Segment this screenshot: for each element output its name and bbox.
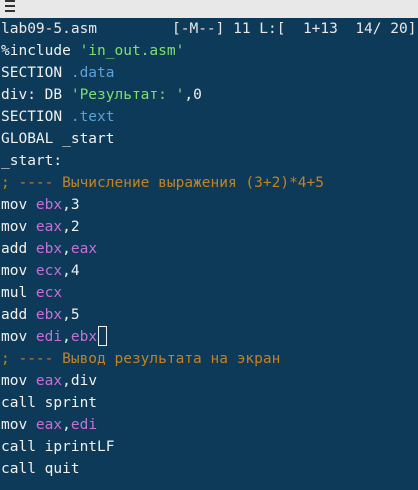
instruction-text: mul: [1, 285, 36, 301]
code-line[interactable]: add ebx,eax: [1, 238, 97, 260]
register-text: edi: [35, 329, 63, 345]
register-text: ecx: [35, 263, 63, 279]
code-line[interactable]: SECTION .data: [1, 62, 115, 84]
register-text: ebx: [35, 241, 63, 257]
code-line[interactable]: _start:: [1, 150, 62, 172]
code-line[interactable]: ; ---- Вывод результата на экран: [1, 348, 280, 370]
code-text: ,0: [184, 87, 202, 103]
instruction-text: call quit: [1, 461, 80, 477]
window-top-strip: [0, 0, 418, 18]
instruction-text: call sprint: [1, 395, 98, 411]
editor-status-bar: lab09-5.asm [-M--] 11 L:[ 1+13 14/ 20]: [0, 18, 418, 40]
instruction-text: add: [1, 307, 36, 323]
comment-text: ; ---- Вывод результата на экран: [1, 351, 281, 367]
instruction-text: mov: [1, 197, 36, 213]
string-literal: 'Результат: ': [70, 87, 185, 103]
directive-text: %include: [1, 43, 80, 59]
operand-text: ,5: [62, 307, 80, 323]
register-text: eax: [35, 219, 63, 235]
status-mode-position: [-M--] 11 L:[ 1+13 14/ 20]: [172, 21, 417, 37]
operand-text: ,4: [62, 263, 80, 279]
text-cursor: [98, 326, 108, 346]
code-line-current[interactable]: mov edi,ebx: [1, 326, 108, 348]
register-text: eax: [35, 373, 63, 389]
code-line[interactable]: call quit: [1, 458, 80, 480]
code-line[interactable]: mul ecx: [1, 282, 62, 304]
operand-text: ,: [62, 241, 71, 257]
status-filename: lab09-5.asm: [1, 21, 98, 37]
instruction-text: mov: [1, 219, 36, 235]
instruction-text: mov: [1, 373, 36, 389]
label-text: _start:: [1, 153, 63, 169]
operand-text: ,3: [62, 197, 80, 213]
code-line[interactable]: mov eax,div: [1, 370, 97, 392]
hamburger-menu-icon: [5, 0, 15, 12]
section-name: .text: [70, 109, 115, 125]
register-text: ebx: [35, 307, 63, 323]
keyword-text: SECTION: [1, 65, 71, 81]
keyword-text: SECTION: [1, 109, 71, 125]
register-text: eax: [70, 241, 98, 257]
register-text: ebx: [35, 197, 63, 213]
code-line[interactable]: SECTION .text: [1, 106, 115, 128]
code-line[interactable]: call sprint: [1, 392, 97, 414]
menu-button[interactable]: [0, 0, 24, 12]
code-text: GLOBAL _start: [1, 131, 115, 147]
code-line[interactable]: %include 'in_out.asm': [1, 40, 184, 62]
code-line[interactable]: mov eax,edi: [1, 414, 97, 436]
instruction-text: call iprintLF: [1, 439, 115, 455]
operand-text: ,: [62, 417, 71, 433]
operand-text: ,: [62, 329, 71, 345]
instruction-text: add: [1, 241, 36, 257]
section-name: .data: [70, 65, 115, 81]
register-text: eax: [35, 417, 63, 433]
comment-text: ; ---- Вычисление выражения (3+2)*4+5: [1, 175, 325, 191]
code-line[interactable]: mov ecx,4: [1, 260, 80, 282]
register-text: edi: [70, 417, 98, 433]
instruction-text: mov: [1, 329, 36, 345]
instruction-text: mov: [1, 417, 36, 433]
instruction-text: mov: [1, 263, 36, 279]
code-editor[interactable]: %include 'in_out.asm' SECTION .data div:…: [0, 40, 418, 490]
terminal-window: lab09-5.asm [-M--] 11 L:[ 1+13 14/ 20] %…: [0, 0, 418, 490]
code-line[interactable]: mov eax,2: [1, 216, 80, 238]
operand-text: ,div: [62, 373, 98, 389]
operand-text: ,2: [62, 219, 80, 235]
register-text: ebx: [70, 329, 98, 345]
code-line[interactable]: div: DB 'Результат: ',0: [1, 84, 202, 106]
code-line[interactable]: mov ebx,3: [1, 194, 80, 216]
code-line[interactable]: ; ---- Вычисление выражения (3+2)*4+5: [1, 172, 324, 194]
register-text: ecx: [35, 285, 63, 301]
string-literal: 'in_out.asm': [79, 43, 185, 59]
code-line[interactable]: call iprintLF: [1, 436, 115, 458]
code-line[interactable]: add ebx,5: [1, 304, 80, 326]
code-line[interactable]: GLOBAL _start: [1, 128, 115, 150]
code-text: div: DB: [1, 87, 71, 103]
